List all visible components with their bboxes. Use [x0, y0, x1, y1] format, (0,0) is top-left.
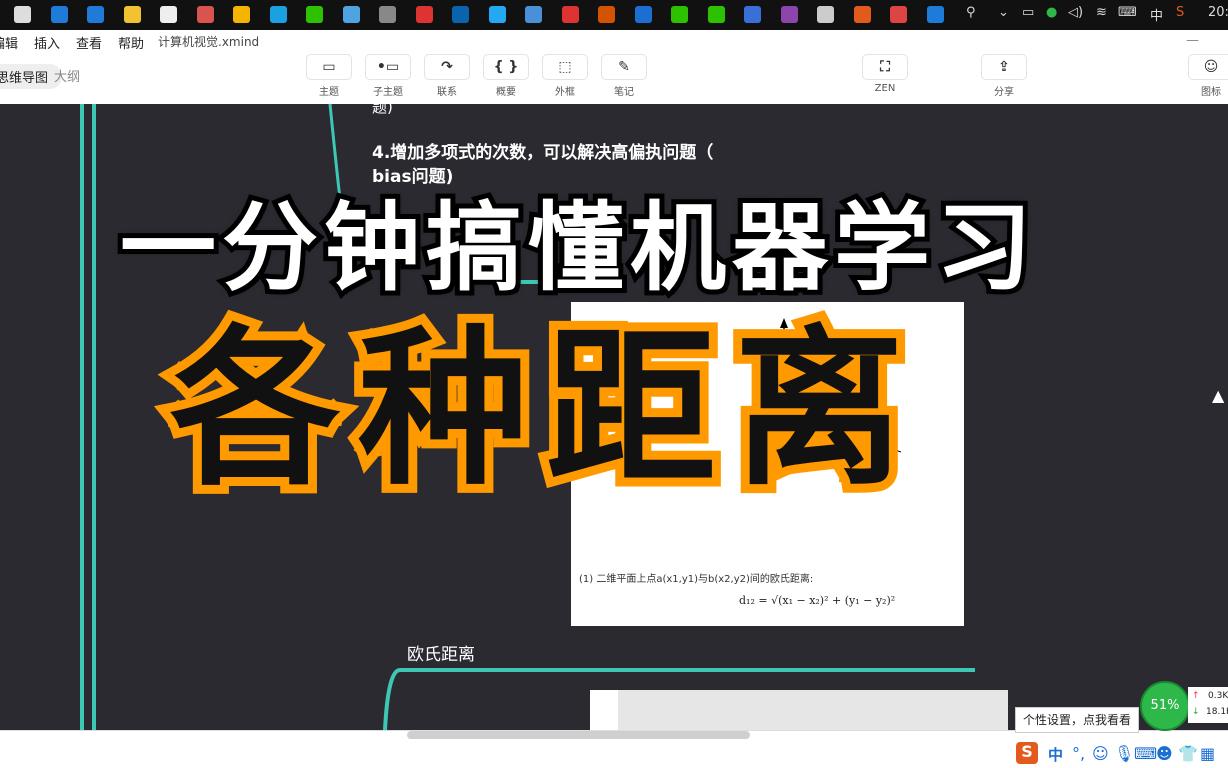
tab-outline[interactable]: 大纲	[54, 66, 80, 85]
sogou-logo-icon[interactable]: S	[1016, 742, 1038, 764]
mouse-cursor-icon: ▲	[1212, 386, 1225, 405]
app-icon[interactable]	[269, 6, 287, 23]
battery-icon[interactable]: ▭	[1022, 5, 1034, 20]
qq-icon[interactable]	[561, 6, 579, 23]
clock[interactable]: 20:	[1208, 5, 1228, 20]
minimize-button[interactable]: —	[1186, 33, 1199, 48]
speed-readout: ↑ 0.3K ↓ 18.1K	[1188, 687, 1228, 723]
chevron-up-icon[interactable]: ⌄	[998, 5, 1009, 20]
tool-icon: •▭	[365, 54, 411, 80]
volume-icon[interactable]: ◁)	[1068, 5, 1083, 20]
map-image[interactable]	[590, 690, 1008, 730]
app3-icon[interactable]	[890, 6, 907, 23]
taskview-icon[interactable]	[14, 6, 31, 23]
video-title-line-2: 各种距离	[161, 311, 923, 509]
tool-button-2[interactable]: ↷ 联系	[424, 54, 470, 98]
grid-icon[interactable]: ▦	[1200, 744, 1215, 763]
menubar: 编辑 插入 查看 帮助 计算机视觉.xmind —	[0, 30, 1228, 52]
explorer-icon[interactable]	[123, 6, 141, 23]
sogou-icon[interactable]: S	[1176, 5, 1184, 20]
share-label: 分享	[994, 87, 1014, 98]
add-icon[interactable]: ●	[1046, 5, 1057, 20]
tool-button-0[interactable]: ▭ 主题	[306, 54, 352, 98]
ime-indicator[interactable]: 中	[1150, 5, 1163, 24]
node-euclidean-distance[interactable]: 欧氏距离	[407, 640, 475, 665]
note-fragment: 题)	[372, 104, 393, 116]
outlook-icon[interactable]	[452, 6, 469, 23]
people-icon[interactable]: ⚲	[966, 5, 976, 20]
chrome-icon[interactable]	[233, 6, 250, 23]
figure-caption: (1) 二维平面上点a(x1,y1)与b(x2,y2)间的欧氏距离:	[579, 574, 814, 585]
vs-icon[interactable]	[780, 6, 798, 23]
taskbar: ⚲ ⌄ ▭ ● ◁) ≋ ⌨ 中 S 20:	[0, 0, 1228, 30]
ie2-icon[interactable]	[926, 6, 944, 23]
emoji-icon[interactable]: ☺	[1092, 744, 1109, 763]
tool-label: 笔记	[614, 87, 634, 98]
wechat-icon[interactable]	[306, 6, 323, 23]
keyboard-icon[interactable]: ⌨	[1134, 744, 1157, 763]
icon-panel-button[interactable]: ☺ 图标	[1188, 54, 1228, 98]
wechat2-icon[interactable]	[671, 6, 688, 23]
office-icon[interactable]	[598, 6, 615, 23]
tool-label: 主题	[319, 87, 339, 98]
zen-label: ZEN	[874, 83, 896, 94]
tool-label: 概要	[496, 87, 516, 98]
wechat3-icon[interactable]	[707, 6, 725, 23]
ime-tooltip: 个性设置，点我看看	[1015, 707, 1139, 733]
tool-icon: ▭	[306, 54, 352, 80]
tool-icon: ⬚	[542, 54, 588, 80]
remote-icon[interactable]	[634, 6, 652, 23]
horizontal-scrollbar[interactable]	[407, 731, 750, 739]
tab-mindmap[interactable]: 思维导图	[0, 64, 63, 89]
settings-icon[interactable]	[817, 6, 834, 23]
tool-icon: { }	[483, 54, 529, 80]
app2-icon[interactable]	[379, 6, 396, 23]
tool-label: 子主题	[373, 87, 403, 98]
speed-widget[interactable]: 51%	[1140, 681, 1190, 731]
wifi-icon[interactable]: ≋	[1096, 5, 1107, 20]
menu-insert[interactable]: 插入	[34, 33, 60, 52]
microphone-icon[interactable]: 🎙	[1114, 744, 1134, 763]
punctuation-icon[interactable]: °,	[1072, 744, 1085, 763]
zen-icon: ⛶	[862, 54, 908, 80]
share-icon: ⇪	[981, 54, 1027, 80]
editor-icon[interactable]	[525, 6, 542, 23]
ime-mode[interactable]: 中	[1048, 744, 1063, 765]
download-speed: 18.1K	[1206, 707, 1228, 717]
ie-icon[interactable]	[87, 6, 104, 23]
toolbar: ▭ 主题 •▭ 子主题 ↷ 联系 { } 概要 ⬚ 外框 ✎ 笔记 ⛶ ZEN ⇪ 分享 ☺ 图标	[0, 52, 1228, 105]
tool-label: 外框	[555, 87, 575, 98]
menu-view[interactable]: 查看	[76, 33, 102, 52]
python-icon[interactable]	[196, 6, 214, 23]
menu-help[interactable]: 帮助	[118, 33, 144, 52]
xmind-icon[interactable]	[853, 6, 871, 23]
share-button[interactable]: ⇪ 分享	[981, 54, 1027, 98]
keyboard-icon[interactable]: ⌨	[1118, 5, 1137, 20]
store-icon[interactable]	[160, 6, 177, 23]
jb-icon[interactable]	[342, 6, 360, 23]
video-title-line-1: 一分钟搞懂机器学习	[115, 187, 1038, 309]
mail-icon[interactable]	[744, 6, 761, 23]
file-name: 计算机视觉.xmind	[158, 35, 260, 49]
tool-button-4[interactable]: ⬚ 外框	[542, 54, 588, 98]
ime-toolbar: S 中 °, ☺ 🎙 ⌨ ☻ 👕 ▦	[1012, 740, 1228, 767]
tool-label: 联系	[437, 87, 457, 98]
tool-icon: ↷	[424, 54, 470, 80]
menu-edit[interactable]: 编辑	[0, 33, 18, 52]
tool-button-1[interactable]: •▭ 子主题	[365, 54, 411, 98]
tool-icon: ✎	[601, 54, 647, 80]
upload-speed: 0.3K	[1208, 691, 1228, 701]
figure-formula: d₁₂ = √(x₁ − x₂)² + (y₁ − y₂)²	[739, 594, 896, 607]
note-line-1: 4.增加多项式的次数，可以解决高偏执问题（	[372, 143, 714, 163]
icon-panel-label: 图标	[1201, 87, 1221, 98]
user-icon[interactable]: ☻	[1156, 744, 1173, 763]
skin-icon[interactable]: 👕	[1178, 744, 1198, 763]
wps-icon[interactable]	[415, 6, 433, 23]
vscode-icon[interactable]	[488, 6, 506, 23]
smiley-icon: ☺	[1188, 54, 1228, 80]
zen-button[interactable]: ⛶ ZEN	[862, 54, 908, 94]
edge-icon[interactable]	[50, 6, 68, 23]
tool-button-5[interactable]: ✎ 笔记	[601, 54, 647, 98]
tool-button-3[interactable]: { } 概要	[483, 54, 529, 98]
